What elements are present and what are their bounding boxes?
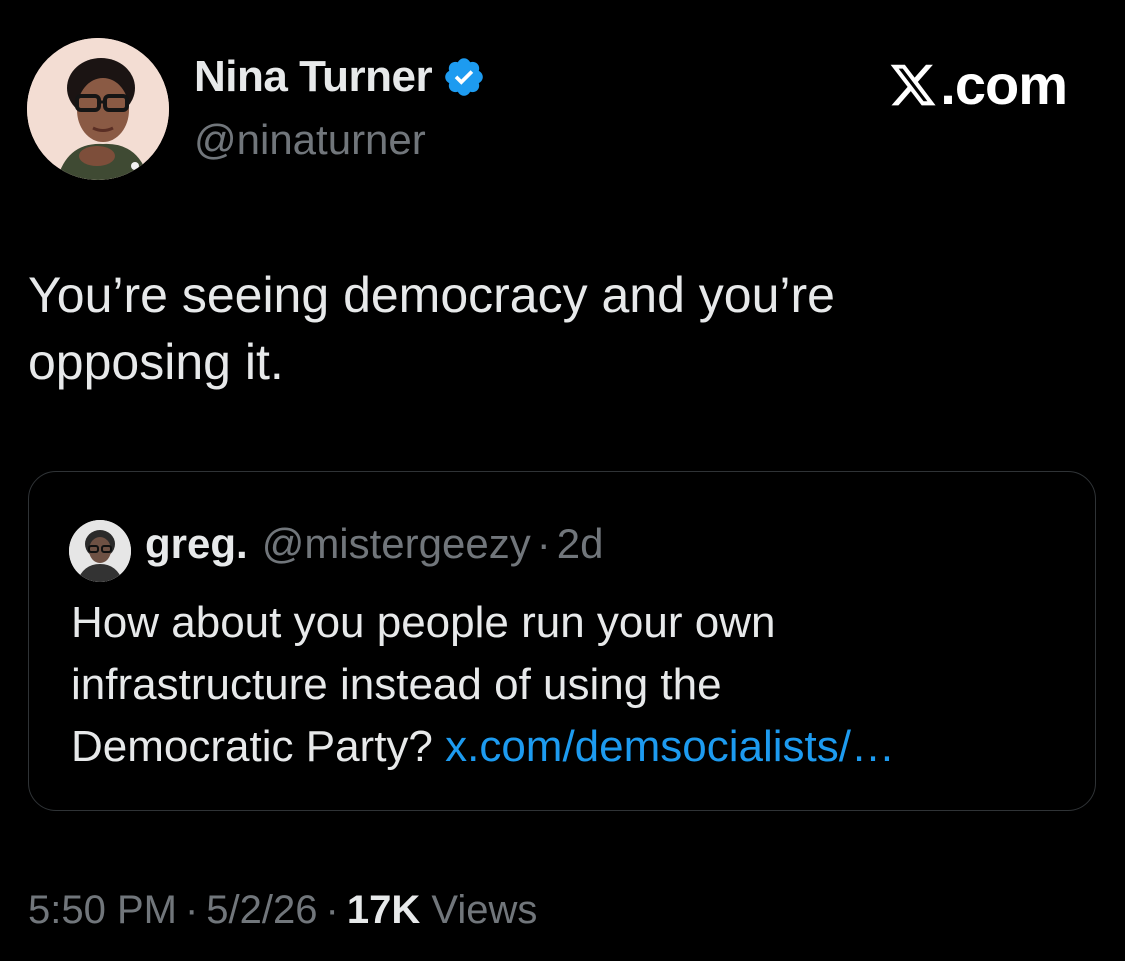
x-logo-icon: [890, 64, 936, 105]
tweet-text-line: opposing it.: [28, 334, 284, 390]
quoted-link[interactable]: x.com/demsocialists/…: [445, 722, 895, 771]
separator-dot: ·: [536, 520, 551, 567]
author-name-row[interactable]: Nina Turner: [194, 52, 486, 102]
brand-domain: .com: [940, 53, 1068, 116]
tweet-text: You’re seeing democracy and you’re oppos…: [28, 262, 1088, 396]
tweet-text-line: You’re seeing democracy and you’re: [28, 267, 835, 323]
quoted-header: greg. @mistergeezy · 2d: [145, 520, 603, 568]
separator-dot: ·: [184, 888, 199, 932]
quoted-author-handle[interactable]: @mistergeezy: [262, 520, 531, 568]
views-label: Views: [431, 888, 538, 932]
quoted-text-fragment: Democratic Party?: [71, 722, 446, 771]
quoted-text-line: Democratic Party? x.com/demsocialists/…: [71, 716, 1071, 778]
x-brand: .com: [888, 52, 1068, 117]
author-name[interactable]: Nina Turner: [194, 52, 433, 102]
quoted-author-name[interactable]: greg.: [145, 520, 248, 568]
author-handle[interactable]: @ninaturner: [194, 116, 426, 164]
tweet-meta: 5:50 PM · 5/2/26 · 17K Views: [28, 888, 537, 933]
quoted-text: How about you people run your own infras…: [71, 592, 1071, 778]
quoted-text-line: How about you people run your own: [71, 598, 776, 647]
quoted-tweet[interactable]: greg. @mistergeezy · 2d How about you pe…: [28, 471, 1096, 811]
views-count: 17K: [346, 888, 421, 932]
separator-dot: ·: [325, 888, 339, 932]
verified-badge-icon: [442, 55, 486, 99]
quoted-text-line: infrastructure instead of using the: [71, 660, 722, 709]
quoted-timestamp[interactable]: 2d: [557, 520, 604, 568]
tweet-time[interactable]: 5:50 PM: [28, 888, 177, 932]
quoted-author-avatar[interactable]: [69, 520, 131, 582]
tweet-date[interactable]: 5/2/26: [206, 888, 317, 932]
tweet-card: Nina Turner @ninaturner .com You’re seei…: [0, 0, 1125, 961]
author-avatar[interactable]: [27, 38, 169, 180]
